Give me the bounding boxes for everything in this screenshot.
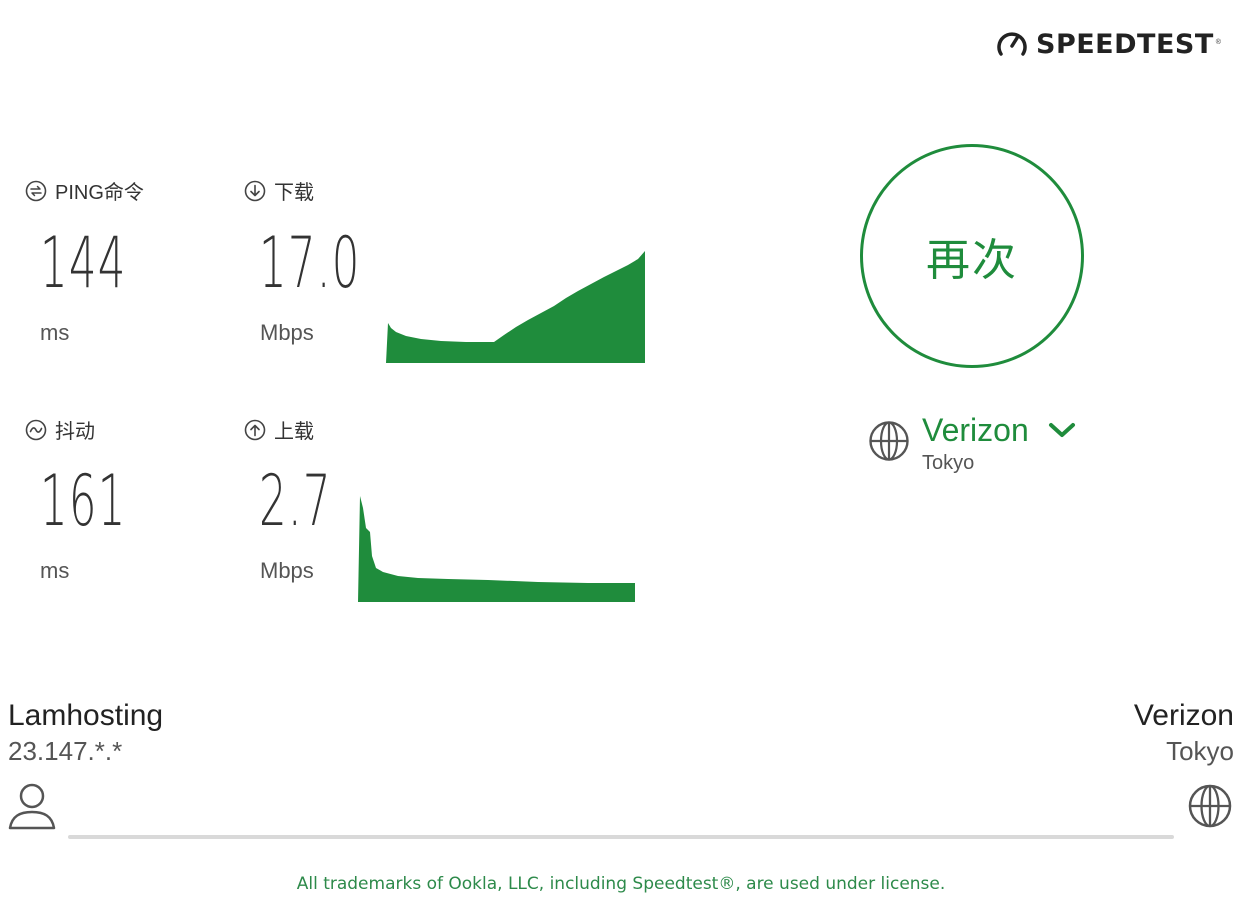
connection-line	[68, 835, 1174, 839]
download-graph-area	[386, 251, 645, 363]
upload-arrow-icon	[244, 419, 266, 440]
download-arrow-icon	[244, 180, 266, 201]
speedtest-logo: SPEEDTEST ®	[996, 28, 1221, 60]
upload-header: 上载	[244, 415, 314, 444]
test-again-label: 再次	[926, 235, 1018, 286]
jitter-label: 抖动	[55, 421, 95, 443]
ping-unit: ms	[40, 320, 70, 345]
globe-icon	[869, 421, 909, 461]
ping-header: PING命令	[25, 176, 144, 205]
user-icon	[8, 783, 56, 830]
jitter-header: 抖动	[25, 415, 95, 444]
download-header: 下载	[244, 176, 314, 205]
host-name: Verizon	[1133, 699, 1234, 732]
ping-label: PING命令	[55, 182, 144, 204]
jitter-unit: ms	[40, 558, 70, 583]
upload-speed-graph	[358, 496, 635, 602]
logo-text: SPEEDTEST	[1036, 28, 1214, 60]
host-location: Tokyo	[1166, 736, 1234, 766]
ping-value: 144	[40, 222, 127, 304]
download-unit: Mbps	[260, 320, 314, 345]
trademark-footer: All trademarks of Ookla, LLC, including …	[296, 874, 946, 894]
globe-icon	[1188, 784, 1232, 828]
upload-unit: Mbps	[260, 558, 314, 583]
ping-icon	[25, 180, 47, 201]
download-label: 下载	[274, 182, 314, 204]
upload-label: 上载	[274, 421, 314, 443]
logo-registered-mark: ®	[1215, 38, 1221, 46]
isp-name: Lamhosting	[8, 699, 164, 732]
speedometer-icon	[997, 32, 1027, 56]
chevron-down-icon[interactable]	[1048, 420, 1076, 440]
server-name-link[interactable]: Verizon	[922, 412, 1029, 449]
isp-ip: 23.147.*.*	[8, 736, 123, 766]
download-value: 17.0	[259, 222, 361, 304]
jitter-wave-icon	[25, 419, 47, 440]
download-speed-graph	[386, 251, 645, 363]
upload-value: 2.7	[259, 460, 332, 542]
upload-graph-area	[358, 496, 635, 602]
test-again-button[interactable]: 再次	[860, 144, 1084, 368]
jitter-value: 161	[40, 460, 127, 542]
server-location: Tokyo	[922, 452, 975, 474]
